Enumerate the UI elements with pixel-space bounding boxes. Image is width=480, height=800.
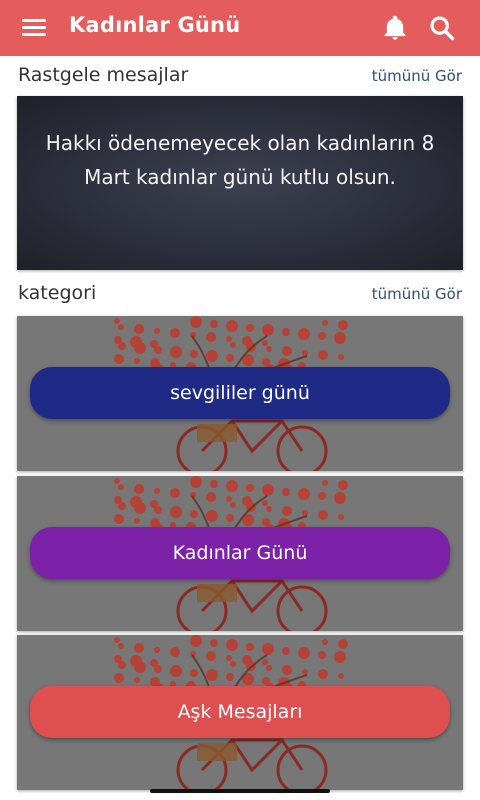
category-see-all-link[interactable]: tümünü Gör [372, 285, 462, 303]
random-messages-title: Rastgele mesajlar [18, 64, 189, 86]
category-card[interactable]: sevgililer günü [17, 316, 463, 471]
category-card[interactable]: Kadınlar Günü [17, 476, 463, 631]
random-see-all-link[interactable]: tümünü Gör [372, 67, 462, 85]
home-indicator [150, 789, 330, 793]
hamburger-menu-icon[interactable] [22, 18, 46, 38]
random-message-card[interactable]: Hakkı ödenemeyecek olan kadınların 8 Mar… [17, 96, 463, 270]
category-button[interactable]: Kadınlar Günü [30, 527, 450, 579]
bell-icon[interactable] [381, 14, 409, 42]
app-title: Kadınlar Günü [69, 13, 241, 37]
category-button[interactable]: sevgililer günü [30, 367, 450, 419]
category-button[interactable]: Aşk Mesajları [30, 686, 450, 738]
category-card[interactable]: Aşk Mesajları [17, 635, 463, 790]
search-icon[interactable] [428, 14, 456, 42]
app-bar: Kadınlar Günü [0, 0, 480, 56]
category-title: kategori [18, 282, 97, 304]
random-message-text: Hakkı ödenemeyecek olan kadınların 8 Mar… [45, 131, 435, 189]
